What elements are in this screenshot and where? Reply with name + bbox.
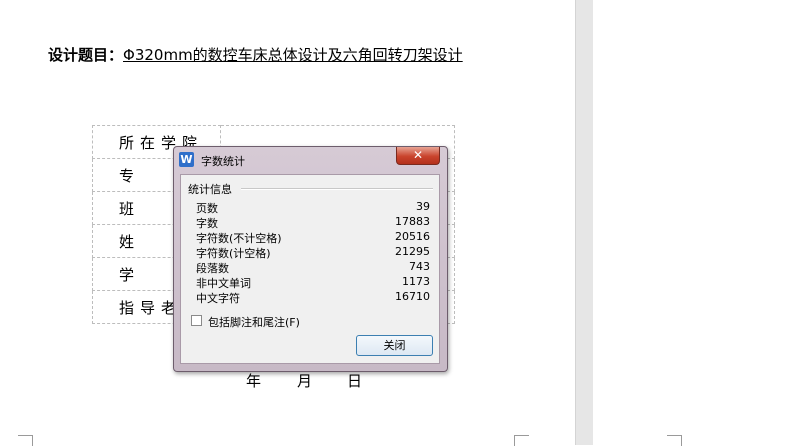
dialog-close-button[interactable]: ✕: [396, 147, 440, 165]
page-corner-mark: [667, 435, 682, 446]
close-button[interactable]: 关闭: [356, 335, 433, 356]
stat-row-pages: 页数 39: [196, 200, 430, 215]
document-page-next: [593, 0, 792, 446]
group-divider: [241, 188, 433, 190]
include-footnotes-label[interactable]: 包括脚注和尾注(F): [208, 314, 300, 330]
stat-row-chars-no-spaces: 字符数(不计空格) 20516: [196, 230, 430, 245]
stats-group-title: 统计信息: [188, 181, 235, 197]
stat-row-words: 字数 17883: [196, 215, 430, 230]
stat-value: 743: [409, 260, 430, 273]
dialog-title: 字数统计: [201, 155, 245, 168]
stat-value: 16710: [395, 290, 430, 303]
stat-row-paragraphs: 段落数 743: [196, 260, 430, 275]
stat-label: 字数: [196, 217, 218, 230]
stat-row-non-chinese-words: 非中文单词 1173: [196, 275, 430, 290]
dialog-titlebar[interactable]: W 字数统计 ✕: [174, 147, 447, 171]
dialog-body: 统计信息 页数 39 字数 17883 字符数(不计空格) 20516 字符数(计空格…: [180, 174, 440, 364]
include-footnotes-checkbox[interactable]: [191, 315, 202, 326]
stat-label: 中文字符: [196, 292, 240, 305]
stat-value: 20516: [395, 230, 430, 243]
date-month: 月: [297, 372, 313, 390]
stat-row-chars-with-spaces: 字符数(计空格) 21295: [196, 245, 430, 260]
page-corner-mark: [514, 435, 529, 446]
stat-value: 39: [416, 200, 430, 213]
stat-label: 字符数(计空格): [196, 247, 271, 260]
page-corner-mark: [18, 435, 33, 446]
stat-row-chinese-chars: 中文字符 16710: [196, 290, 430, 305]
page-gutter: [575, 0, 594, 445]
stat-value: 1173: [402, 275, 430, 288]
design-title-topic[interactable]: Φ320mm的数控车床总体设计及六角回转刀架设计: [123, 46, 463, 64]
stat-label: 段落数: [196, 262, 229, 275]
stat-value: 17883: [395, 215, 430, 228]
stat-label: 字符数(不计空格): [196, 232, 282, 245]
wps-writer-icon: W: [179, 152, 194, 167]
design-title-label: 设计题目：: [48, 46, 124, 64]
stat-value: 21295: [395, 245, 430, 258]
word-count-dialog: W 字数统计 ✕ 统计信息 页数 39 字数 17883 字符数(不计空格) 2051…: [173, 146, 448, 372]
date-day: 日: [347, 372, 363, 390]
stat-label: 非中文单词: [196, 277, 251, 290]
stat-label: 页数: [196, 202, 218, 215]
design-title: 设计题目：Φ320mm的数控车床总体设计及六角回转刀架设计: [48, 44, 463, 65]
stats-list: 页数 39 字数 17883 字符数(不计空格) 20516 字符数(计空格) 2129…: [196, 200, 430, 305]
close-icon: ✕: [412, 148, 424, 162]
date-year: 年: [246, 372, 262, 390]
